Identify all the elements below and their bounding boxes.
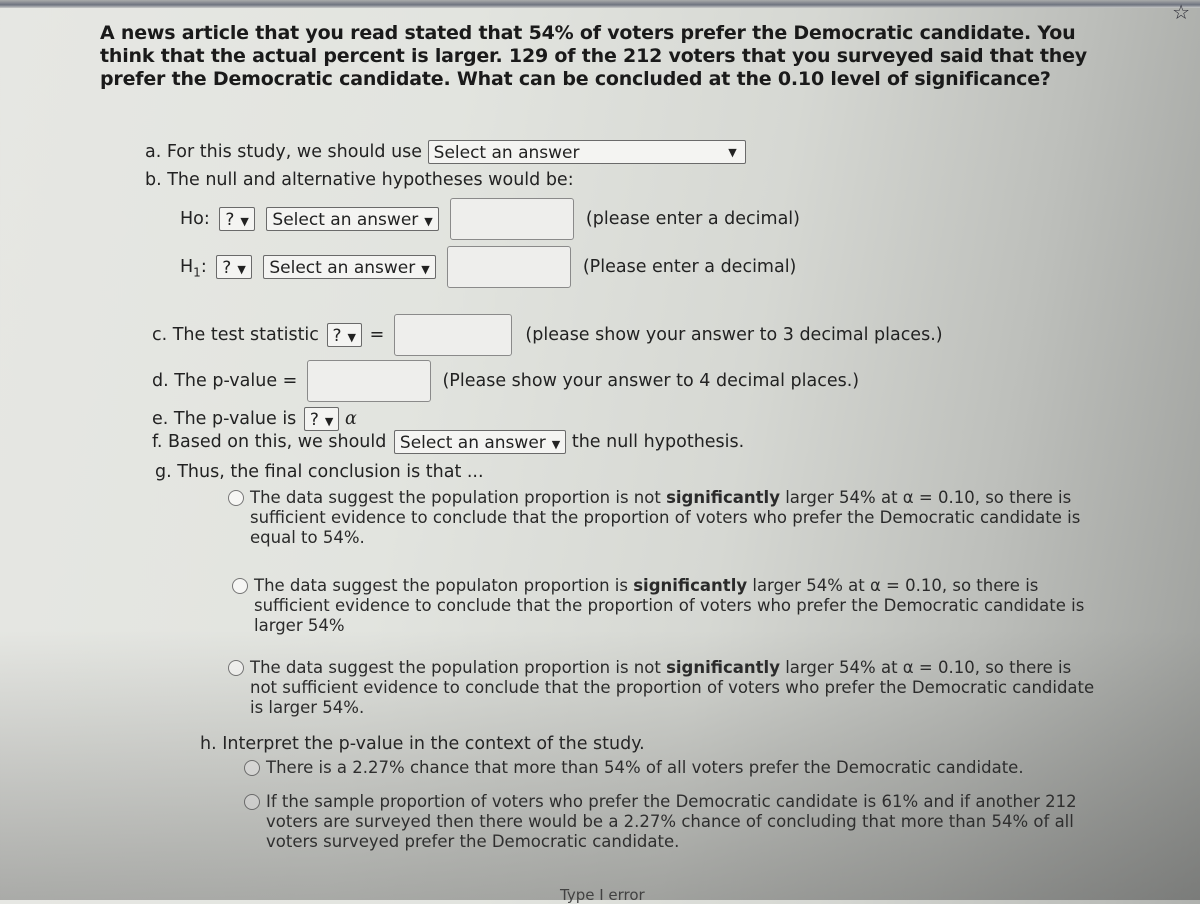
study-type-select[interactable]: Select an answer ▼ xyxy=(427,140,746,164)
h0-value-input[interactable] xyxy=(450,198,575,240)
conclusion-option-2[interactable]: The data suggest the populaton proportio… xyxy=(232,576,1104,636)
part-d-row: d. The p-value = (Please show your answe… xyxy=(152,360,859,402)
interpretation-option-2[interactable]: If the sample proportion of voters who p… xyxy=(244,792,1116,852)
part-a-label: a. For this study, we should use xyxy=(145,142,423,162)
option-text: There is a 2.27% chance that more than 5… xyxy=(266,758,1024,777)
h0-label: Ho: xyxy=(180,209,210,229)
option-text-pre: The data suggest the population proporti… xyxy=(250,488,667,507)
chevron-down-icon: ▼ xyxy=(421,263,430,276)
chevron-down-icon: ▼ xyxy=(551,438,561,451)
option-text-bold: significantly xyxy=(666,488,780,507)
option-text-bold: significantly xyxy=(633,576,748,595)
radio-button[interactable] xyxy=(244,794,260,810)
browser-top-edge xyxy=(0,0,1200,8)
part-c-label: c. The test statistic xyxy=(152,325,319,345)
h1-value-input[interactable] xyxy=(447,246,572,288)
chevron-down-icon: ▼ xyxy=(324,415,334,428)
alpha-symbol: α xyxy=(344,409,357,429)
decision-select-value: Select an answer xyxy=(399,433,546,453)
h1-hint: (Please enter a decimal) xyxy=(582,257,797,277)
part-d-hint: (Please show your answer to 4 decimal pl… xyxy=(442,371,860,391)
part-a-row: a. For this study, we should use Select … xyxy=(145,140,746,164)
part-g-label: g. Thus, the final conclusion is that ..… xyxy=(155,462,484,482)
option-text-pre: The data suggest the populaton proportio… xyxy=(254,576,634,595)
bookmark-star-icon[interactable]: ☆ xyxy=(1172,0,1190,24)
option-text-bold: significantly xyxy=(666,658,780,677)
decision-select[interactable]: Select an answer ▼ xyxy=(393,430,567,454)
p-value-compare-value: ? xyxy=(309,410,319,430)
part-d-label: d. The p-value = xyxy=(152,371,298,391)
radio-button[interactable] xyxy=(244,760,260,776)
h1-parameter-value: Select an answer xyxy=(269,258,416,278)
conclusion-option-1[interactable]: The data suggest the population proporti… xyxy=(228,488,1100,548)
h1-parameter-select[interactable]: Select an answer ▼ xyxy=(263,255,436,279)
part-c-row: c. The test statistic ? ▼ = (please show … xyxy=(152,314,943,356)
part-c-hint: (please show your answer to 3 decimal pl… xyxy=(525,325,943,345)
question-text: A news article that you read stated that… xyxy=(100,22,1087,90)
study-type-select-value: Select an answer xyxy=(433,143,580,163)
part-e-row: e. The p-value is ? ▼ α xyxy=(152,407,357,431)
h0-operator-select[interactable]: ? ▼ xyxy=(219,207,255,231)
part-f-suffix: the null hypothesis. xyxy=(571,432,745,452)
radio-button[interactable] xyxy=(228,490,244,506)
part-e-label: e. The p-value is xyxy=(152,409,297,429)
interpretation-option-1[interactable]: There is a 2.27% chance that more than 5… xyxy=(244,758,1116,778)
h1-row: H1: ? ▼ Select an answer ▼ (Please enter a… xyxy=(180,246,796,288)
option-text-pre: The data suggest the population proporti… xyxy=(250,658,667,677)
chevron-down-icon: ▼ xyxy=(424,215,433,228)
h0-operator-value: ? xyxy=(225,210,235,230)
chevron-down-icon: ▼ xyxy=(728,146,737,159)
chevron-down-icon: ▼ xyxy=(240,215,249,228)
p-value-input[interactable] xyxy=(306,360,431,402)
test-statistic-select-value: ? xyxy=(332,326,342,346)
part-f-row: f. Based on this, we should Select an an… xyxy=(152,430,744,454)
radio-button[interactable] xyxy=(228,660,244,676)
test-statistic-select[interactable]: ? ▼ xyxy=(326,323,362,347)
option-text: If the sample proportion of voters who p… xyxy=(266,792,1077,851)
h0-hint: (please enter a decimal) xyxy=(585,209,800,229)
chevron-down-icon: ▼ xyxy=(347,331,356,344)
h0-parameter-select[interactable]: Select an answer ▼ xyxy=(266,207,439,231)
part-f-label: f. Based on this, we should xyxy=(152,432,387,452)
h1-label: H1: xyxy=(180,257,207,280)
h1-operator-value: ? xyxy=(222,258,232,278)
partial-bottom-text: Type I error xyxy=(560,886,645,904)
chevron-down-icon: ▼ xyxy=(237,263,246,276)
equals-sign: = xyxy=(369,325,385,345)
p-value-compare-select[interactable]: ? ▼ xyxy=(303,407,340,431)
h1-operator-select[interactable]: ? ▼ xyxy=(216,255,252,279)
part-b-label: b. The null and alternative hypotheses w… xyxy=(145,170,574,190)
conclusion-option-3[interactable]: The data suggest the population proporti… xyxy=(228,658,1100,718)
radio-button[interactable] xyxy=(232,578,248,594)
h0-row: Ho: ? ▼ Select an answer ▼ (please enter a… xyxy=(180,198,800,240)
part-h-label: h. Interpret the p-value in the context … xyxy=(200,734,645,754)
test-statistic-input[interactable] xyxy=(393,314,512,356)
h0-parameter-value: Select an answer xyxy=(272,210,419,230)
